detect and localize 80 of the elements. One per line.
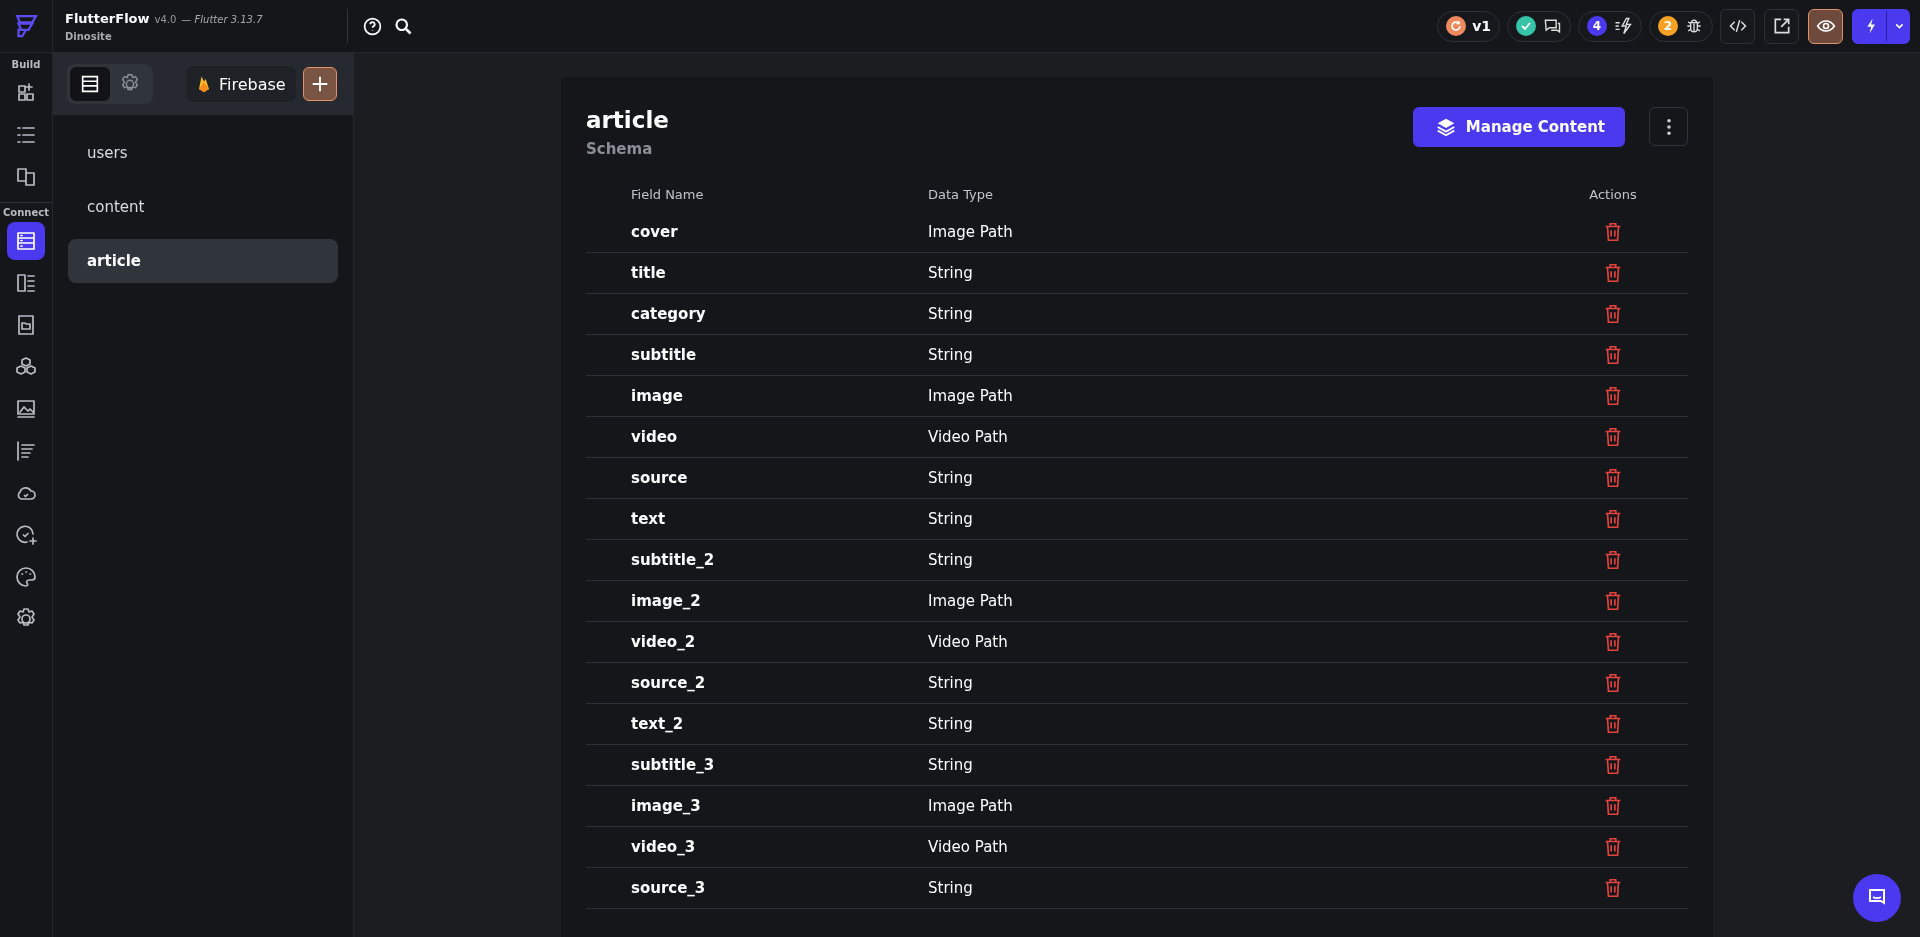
data-tab[interactable] xyxy=(70,67,110,101)
field-name: title xyxy=(630,264,667,282)
count-badge: 4 xyxy=(1587,16,1607,36)
data-type: String xyxy=(928,715,974,733)
project-name: Dinosite xyxy=(65,30,113,42)
data-type: String xyxy=(928,551,974,569)
more-vertical-icon xyxy=(1666,118,1671,135)
field-name: subtitle_3 xyxy=(630,756,716,774)
data-type: String xyxy=(928,305,974,323)
flutter-version: — Flutter 3.13.7 xyxy=(181,13,263,25)
layers-icon xyxy=(1434,116,1457,138)
data-type: Image Path xyxy=(928,592,1014,610)
database-icon xyxy=(79,73,101,95)
field-name: video_2 xyxy=(630,633,697,651)
table-icon xyxy=(14,271,38,295)
code-button[interactable] xyxy=(1720,8,1755,44)
data-type: Video Path xyxy=(928,633,1009,651)
app-name: FlutterFlow xyxy=(65,10,150,26)
circle-plus-icon xyxy=(14,523,38,547)
field-name: category xyxy=(630,305,707,323)
field-name: source_3 xyxy=(630,879,707,897)
database-button[interactable] xyxy=(7,222,45,260)
palette-icon xyxy=(14,565,38,589)
field-name: image_3 xyxy=(630,797,702,815)
field-name: subtitle_2 xyxy=(630,551,716,569)
field-name: cover xyxy=(630,223,679,241)
field-name: text_2 xyxy=(630,715,685,733)
field-name: subtitle xyxy=(630,346,698,364)
data-type: Video Path xyxy=(928,428,1009,446)
field-name: image xyxy=(630,387,684,405)
rail-section-label: Connect xyxy=(0,202,52,218)
field-name: source_2 xyxy=(630,674,707,692)
search-icon[interactable] xyxy=(393,15,414,37)
collection-item[interactable]: content xyxy=(68,185,338,229)
add-collection-button[interactable] xyxy=(303,67,337,101)
data-type: String xyxy=(928,756,974,774)
data-type: Image Path xyxy=(928,797,1014,815)
more-button[interactable] xyxy=(1649,107,1688,146)
data-type: Video Path xyxy=(928,838,1009,856)
data-type: String xyxy=(928,674,974,692)
rail-section-label: Build xyxy=(11,59,41,70)
pages-icon xyxy=(14,165,38,189)
check-icon xyxy=(1516,16,1536,36)
chat-icon xyxy=(1542,16,1562,36)
manage-content-button[interactable]: Manage Content xyxy=(1412,107,1625,147)
column-header: Field Name xyxy=(630,186,705,202)
data-type: Image Path xyxy=(928,223,1014,241)
field-name: text xyxy=(630,510,667,528)
preview-button[interactable] xyxy=(1808,8,1843,44)
collection-title: article xyxy=(586,107,669,133)
data-type: String xyxy=(928,469,974,487)
open-external-button[interactable] xyxy=(1764,8,1799,44)
data-type: String xyxy=(928,346,974,364)
app-version: v4.0 xyxy=(154,13,177,25)
run-button[interactable] xyxy=(1852,8,1910,44)
lightning-icon xyxy=(1613,16,1633,36)
database-icon xyxy=(14,229,38,253)
data-type: String xyxy=(928,879,974,897)
history-icon xyxy=(1446,16,1467,36)
field-name: image_2 xyxy=(630,592,702,610)
column-header: Data Type xyxy=(928,186,995,202)
collection-item[interactable]: users xyxy=(68,131,338,175)
data-type: Image Path xyxy=(928,387,1014,405)
collection-item[interactable]: article xyxy=(68,239,338,283)
data-type: String xyxy=(928,264,974,282)
builds-button[interactable]: 4 xyxy=(1578,10,1642,42)
field-name: video xyxy=(630,428,679,446)
image-icon xyxy=(14,397,38,421)
comments-button[interactable] xyxy=(1507,10,1571,42)
count-badge: 2 xyxy=(1658,16,1678,36)
help-icon[interactable] xyxy=(362,15,383,37)
data-type: String xyxy=(928,510,974,528)
firebase-button[interactable]: Firebase xyxy=(186,66,296,102)
column-header: Actions xyxy=(1588,186,1638,202)
chat-button[interactable] xyxy=(1853,874,1901,922)
schema-subtitle: Schema xyxy=(586,140,654,158)
field-name: source xyxy=(630,469,689,487)
field-name: video_3 xyxy=(630,838,697,856)
version-button[interactable]: v1 xyxy=(1437,10,1500,42)
text-lines-icon xyxy=(14,439,38,463)
